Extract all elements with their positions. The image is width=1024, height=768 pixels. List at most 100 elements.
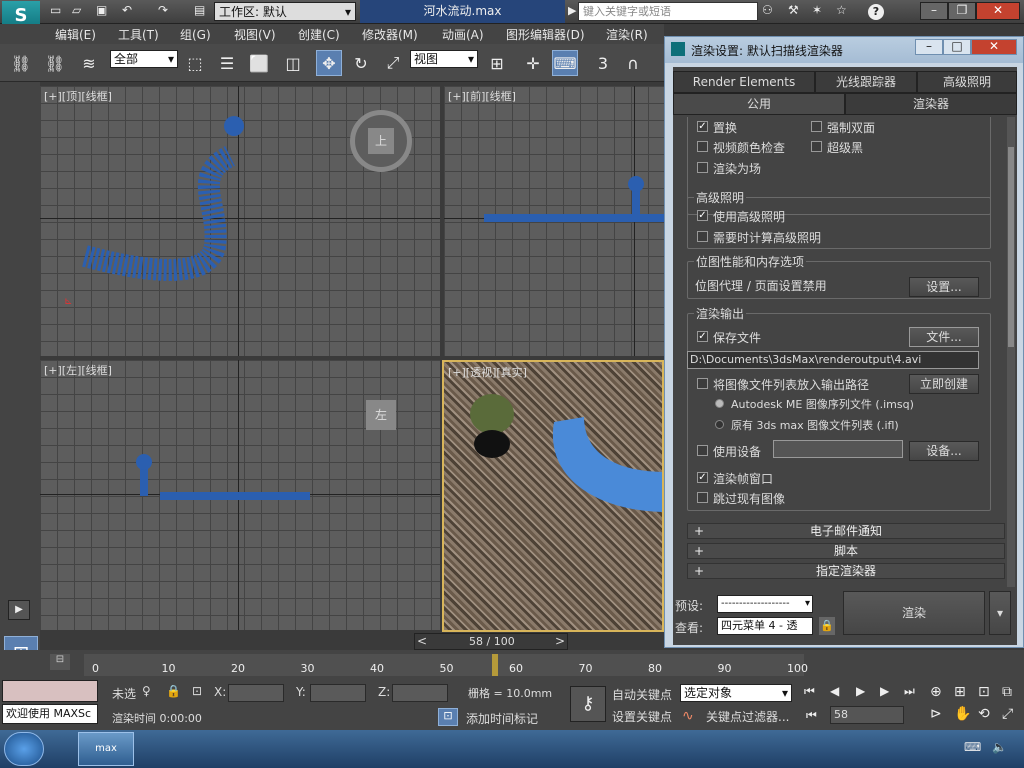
window-minimize-button[interactable]: – — [920, 2, 948, 20]
viewport-label[interactable]: [+][顶][线框] — [44, 88, 112, 104]
viewport-top[interactable]: 上 [+][顶][线框] ⊾ — [40, 86, 440, 356]
video-color-check-checkbox[interactable] — [697, 141, 708, 152]
maxscript-listener-pink[interactable] — [2, 680, 98, 702]
star-icon[interactable]: ☆ — [836, 3, 847, 17]
render-to-fields-checkbox[interactable] — [697, 162, 708, 173]
keyboard-shortcut-icon[interactable]: ⌨ — [552, 50, 578, 76]
select-by-name-icon[interactable]: ☰ — [214, 50, 240, 76]
selection-filter-dropdown[interactable]: 全部 ▾ — [110, 50, 178, 68]
x-coord-field[interactable] — [228, 684, 284, 702]
files-button[interactable]: 文件... — [909, 327, 979, 347]
key-icon[interactable]: ⚷ — [570, 686, 606, 722]
view-dropdown[interactable]: 四元菜单 4 - 透 — [717, 617, 813, 635]
preset-dropdown[interactable]: ------------------- ▾ — [717, 595, 813, 613]
menu-animation[interactable]: 动画(A) — [442, 26, 484, 43]
save-file-icon[interactable]: ▣ — [96, 3, 107, 17]
exchange-icon[interactable]: ✶ — [812, 3, 822, 17]
volume-tray-icon[interactable]: 🔈 — [992, 740, 1007, 754]
absolute-mode-icon[interactable]: ⊡ — [192, 684, 202, 698]
binoculars-icon[interactable]: ⚇ — [762, 3, 773, 17]
rollout-email[interactable]: + 电子邮件通知 — [687, 523, 1005, 539]
next-frame-icon[interactable]: ▶ — [880, 684, 889, 698]
time-slider-prev[interactable]: < — [417, 634, 427, 648]
maximize-viewport-icon[interactable]: ⤢ — [1002, 706, 1013, 722]
time-tag-icon[interactable]: ⊡ — [438, 708, 458, 726]
curve-icon[interactable]: ∿ — [682, 708, 694, 724]
menu-create[interactable]: 创建(C) — [298, 26, 340, 43]
tab-render-elements[interactable]: Render Elements — [673, 71, 815, 93]
skip-existing-checkbox[interactable] — [697, 492, 708, 503]
viewport-label[interactable]: [+][前][线框] — [448, 88, 516, 104]
scrollbar-thumb[interactable] — [1008, 147, 1014, 347]
manipulate-icon[interactable]: ✛ — [520, 50, 546, 76]
pivot-center-icon[interactable]: ⊞ — [484, 50, 510, 76]
add-time-tag[interactable]: 添加时间标记 — [466, 710, 538, 727]
keyboard-tray-icon[interactable]: ⌨ — [964, 740, 981, 754]
force-2sided-checkbox[interactable] — [811, 121, 822, 132]
orbit-icon[interactable]: ⟲ — [978, 706, 990, 722]
compute-adv-lighting-checkbox[interactable] — [697, 231, 708, 242]
viewcube[interactable]: 左 — [366, 400, 396, 430]
displacement-checkbox[interactable]: ✓ — [697, 121, 708, 132]
expand-arrow-button[interactable]: ▶ — [8, 600, 30, 620]
viewport-front[interactable]: [+][前][线框] — [444, 86, 664, 356]
dialog-scrollbar[interactable] — [1007, 117, 1015, 587]
super-black-checkbox[interactable] — [811, 141, 822, 152]
tab-advanced-lighting[interactable]: 高级照明 — [917, 71, 1017, 93]
render-frame-window-checkbox[interactable]: ✓ — [697, 472, 708, 483]
go-end-icon[interactable]: ⏭ — [904, 684, 915, 699]
start-button[interactable] — [4, 732, 44, 766]
tools-icon[interactable]: ⚒ — [788, 3, 799, 17]
move-icon[interactable]: ✥ — [316, 50, 342, 76]
taskbar-app-3dsmax[interactable]: max — [78, 732, 134, 766]
zoom-extents-icon[interactable]: ⊡ — [978, 684, 990, 700]
dialog-minimize-button[interactable]: – — [915, 39, 943, 55]
autodesk-seq-radio[interactable] — [715, 399, 724, 408]
rollout-assign-renderer[interactable]: + 指定渲染器 — [687, 563, 1005, 579]
new-file-icon[interactable]: ▭ — [50, 3, 61, 17]
viewcube[interactable]: 上 — [350, 110, 412, 172]
scale-icon[interactable]: ⤢ — [380, 50, 406, 76]
rect-selection-icon[interactable]: ⬜ — [246, 50, 272, 76]
go-start-icon[interactable]: ⏮ — [804, 684, 815, 699]
rollout-scripts[interactable]: + 脚本 — [687, 543, 1005, 559]
play-icon[interactable]: ▶ — [856, 684, 865, 698]
bitmap-settings-button[interactable]: 设置... — [909, 277, 979, 297]
key-mode-toggle-icon[interactable]: ⏮ — [806, 708, 817, 723]
prev-frame-icon[interactable]: ◀ — [830, 684, 839, 698]
current-frame-field[interactable]: 58 — [830, 706, 904, 724]
tab-raytracer[interactable]: 光线跟踪器 — [815, 71, 917, 93]
rotate-icon[interactable]: ↻ — [348, 50, 374, 76]
dialog-maximize-button[interactable]: □ — [943, 39, 971, 55]
menu-graph-editors[interactable]: 图形编辑器(D) — [506, 26, 585, 43]
y-coord-field[interactable] — [310, 684, 366, 702]
tab-common[interactable]: 公用 — [673, 93, 845, 115]
workspace-dropdown[interactable]: 工作区: 默认 ▾ — [214, 2, 356, 21]
use-adv-lighting-checkbox[interactable]: ✓ — [697, 210, 708, 221]
dialog-close-button[interactable]: ✕ — [971, 39, 1017, 55]
tab-renderer[interactable]: 渲染器 — [845, 93, 1017, 115]
welcome-message[interactable]: 欢迎使用 MAXSc — [2, 704, 98, 724]
menu-edit[interactable]: 编辑(E) — [55, 26, 96, 43]
isolate-icon[interactable]: ♀ — [142, 684, 151, 698]
menu-tools[interactable]: 工具(T) — [118, 26, 159, 43]
put-list-checkbox[interactable] — [697, 378, 708, 389]
open-file-icon[interactable]: ▱ — [72, 3, 81, 17]
time-slider[interactable]: < 58 / 100 > — [414, 633, 568, 650]
help-icon[interactable]: ? — [868, 4, 884, 20]
undo-icon[interactable]: ↶ — [122, 3, 132, 17]
link-icon[interactable]: ⛓ — [8, 50, 34, 76]
window-crossing-icon[interactable]: ◫ — [280, 50, 306, 76]
device-button[interactable]: 设备... — [909, 441, 979, 461]
render-button[interactable]: 渲染 — [843, 591, 985, 635]
save-file-checkbox[interactable]: ✓ — [697, 331, 708, 342]
legacy-list-radio[interactable] — [715, 420, 724, 429]
zoom-all-icon[interactable]: ⊞ — [954, 684, 966, 700]
menu-rendering[interactable]: 渲染(R) — [606, 26, 648, 43]
unlink-icon[interactable]: ⛓ — [42, 50, 68, 76]
device-field[interactable] — [773, 440, 903, 458]
project-folder-icon[interactable]: ▤ — [194, 3, 205, 17]
viewport-perspective[interactable]: [+][透视][真实] — [442, 360, 664, 632]
viewport-left[interactable]: 左 [+][左][线框] — [40, 360, 440, 630]
pan-icon[interactable]: ✋ — [954, 706, 971, 722]
